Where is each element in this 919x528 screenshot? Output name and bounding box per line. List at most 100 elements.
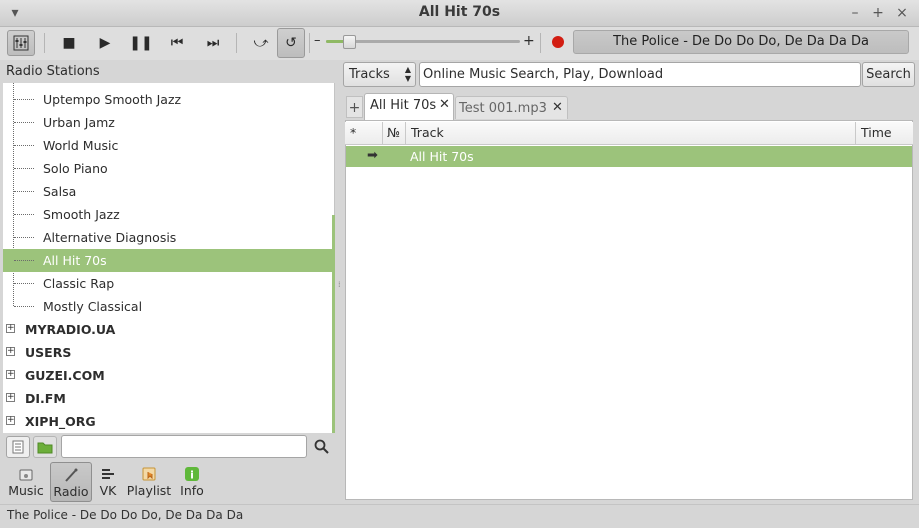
expand-icon[interactable]: + (6, 324, 15, 333)
station-search-input[interactable] (61, 435, 307, 458)
tree-item-station[interactable]: All Hit 70s (3, 249, 333, 272)
station-label: Classic Rap (43, 276, 115, 291)
tree-item-station[interactable]: Salsa (3, 180, 333, 203)
tree-item-station[interactable]: Smooth Jazz (3, 203, 333, 226)
expand-icon[interactable]: + (6, 416, 15, 425)
tab-test-001[interactable]: Test 001.mp3 ✕ (455, 96, 568, 119)
add-tab-button[interactable]: + (346, 96, 363, 118)
radio-station-tree[interactable]: Uptempo Smooth Jazz Urban Jamz World Music… (3, 83, 335, 433)
close-icon[interactable]: × (893, 4, 911, 22)
pause-button[interactable]: ❚❚ (127, 30, 155, 56)
folder-view-button[interactable] (33, 436, 57, 458)
mode-label: Radio (53, 484, 89, 499)
tab-label: Test 001.mp3 (459, 101, 547, 116)
tree-group[interactable]: + MYRADIO.UA (3, 318, 333, 341)
list-view-button[interactable] (6, 436, 30, 458)
group-label: USERS (25, 345, 72, 360)
online-search-input[interactable]: Online Music Search, Play, Download (419, 62, 861, 87)
minimize-icon[interactable]: – (846, 4, 864, 22)
mode-music[interactable]: Music (5, 462, 47, 502)
station-label: All Hit 70s (43, 253, 107, 268)
expand-icon[interactable]: + (6, 370, 15, 379)
mode-info[interactable]: i Info (173, 462, 211, 502)
now-playing-arrow-icon: ➡ (367, 148, 378, 163)
tree-item-station[interactable]: Urban Jamz (3, 111, 333, 134)
spin-arrows-icon: ▲ ▼ (404, 65, 411, 83)
repeat-icon: ↺ (285, 35, 297, 51)
search-button[interactable]: Search (862, 62, 915, 87)
svg-text:i: i (190, 469, 194, 482)
previous-button[interactable]: ⏮ (163, 30, 191, 56)
tree-connector (14, 99, 34, 100)
vk-icon (102, 469, 114, 479)
mode-playlist[interactable]: Playlist (125, 462, 173, 502)
panel-splitter[interactable]: ⁞ (338, 280, 341, 290)
volume-slider-handle[interactable] (343, 35, 356, 49)
track-list-header: * № Track Time (345, 122, 913, 145)
tree-connector (14, 145, 34, 146)
tree-group[interactable]: + XIPH_ORG (3, 410, 333, 433)
record-button[interactable] (552, 36, 564, 48)
close-tab-icon[interactable]: ✕ (439, 97, 450, 112)
stop-icon: ■ (62, 35, 76, 51)
tree-item-station[interactable]: Alternative Diagnosis (3, 226, 333, 249)
column-number[interactable]: № (383, 122, 406, 144)
status-bar: The Police - De Do Do Do, De Da Da Da (0, 504, 919, 528)
station-label: Urban Jamz (43, 115, 115, 130)
maximize-icon[interactable]: + (869, 4, 887, 22)
folder-icon (37, 442, 53, 454)
list-icon (12, 440, 24, 454)
expand-icon[interactable]: + (6, 347, 15, 356)
station-label: Uptempo Smooth Jazz (43, 92, 182, 107)
column-time[interactable]: Time (856, 122, 913, 144)
mode-label: VK (99, 483, 117, 498)
previous-icon: ⏮ (170, 35, 184, 51)
play-button[interactable]: ▶ (91, 30, 119, 56)
tree-item-station[interactable]: Solo Piano (3, 157, 333, 180)
track-list[interactable] (345, 120, 913, 500)
repeat-button[interactable]: ↺ (277, 28, 305, 58)
station-label: Smooth Jazz (43, 207, 120, 222)
station-label: Salsa (43, 184, 77, 199)
volume-minus-label: – (314, 33, 321, 48)
play-icon: ▶ (99, 35, 111, 51)
column-track[interactable]: Track (406, 122, 856, 144)
expand-icon[interactable]: + (6, 393, 15, 402)
toolbar-separator (309, 33, 310, 53)
shuffle-button[interactable]: ⤻ (247, 30, 275, 56)
tree-group[interactable]: + DI.FM (3, 387, 333, 410)
tree-scrollbar[interactable] (332, 215, 335, 433)
group-label: XIPH_ORG (25, 414, 96, 429)
tree-item-station[interactable]: Mostly Classical (3, 295, 333, 318)
group-label: GUZEI.COM (25, 368, 105, 383)
column-star[interactable]: * (345, 122, 383, 144)
station-label: Alternative Diagnosis (43, 230, 177, 245)
station-label: Mostly Classical (43, 299, 143, 314)
search-type-select[interactable]: Tracks ▲ ▼ (343, 62, 416, 87)
table-row[interactable]: ➡ All Hit 70s (346, 146, 912, 167)
playlist-icon (142, 467, 156, 481)
toolbar-separator (540, 33, 541, 53)
mode-label: Music (8, 483, 44, 498)
radio-antenna-icon (65, 468, 78, 482)
close-tab-icon[interactable]: ✕ (552, 100, 563, 115)
tree-connector (14, 122, 34, 123)
tree-group[interactable]: + GUZEI.COM (3, 364, 333, 387)
tab-all-hit-70s[interactable]: All Hit 70s ✕ (364, 93, 454, 120)
mode-label: Playlist (126, 483, 172, 498)
mode-radio[interactable]: Radio (50, 462, 92, 502)
tree-connector (14, 260, 34, 261)
stop-button[interactable]: ■ (55, 30, 83, 56)
search-button[interactable] (313, 438, 331, 456)
tree-group[interactable]: + USERS (3, 341, 333, 364)
next-icon: ⏭ (206, 35, 220, 51)
next-button[interactable]: ⏭ (199, 30, 227, 56)
tree-item-station[interactable]: Uptempo Smooth Jazz (3, 88, 333, 111)
shuffle-icon: ⤻ (253, 35, 269, 51)
equalizer-button[interactable] (7, 30, 35, 56)
title-bar: ▾ All Hit 70s – + × (0, 0, 919, 27)
tree-item-station[interactable]: World Music (3, 134, 333, 157)
mode-label: Info (180, 483, 204, 498)
mode-vk[interactable]: VK (91, 462, 125, 502)
tree-item-station[interactable]: Classic Rap (3, 272, 333, 295)
